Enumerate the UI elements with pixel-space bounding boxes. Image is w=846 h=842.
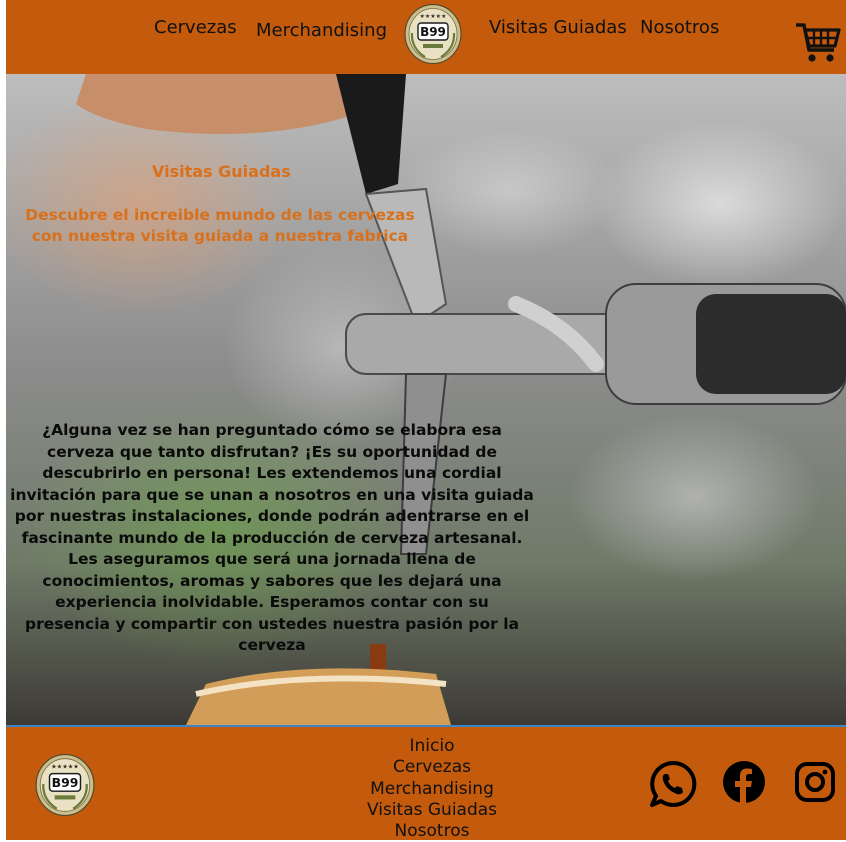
site-header: Cervezas Merchandising ★★★★★ B99 Visitas…: [6, 0, 846, 75]
shopping-cart-icon[interactable]: [794, 20, 842, 66]
footer-link-inicio[interactable]: Inicio: [356, 736, 508, 757]
nav-nosotros[interactable]: Nosotros: [640, 17, 719, 38]
footer-nav: Inicio Cervezas Merchandising Visitas Gu…: [356, 736, 508, 842]
footer-link-cervezas[interactable]: Cervezas: [356, 757, 508, 778]
hero-section: Visitas Guiadas Descubre el increible mu…: [6, 74, 846, 725]
footer-logo[interactable]: ★★★★★ B99: [34, 753, 96, 822]
hero-subtitle: Descubre el increible mundo de las cerve…: [25, 206, 415, 245]
brand-logo[interactable]: ★★★★★ B99: [403, 3, 463, 70]
instagram-icon[interactable]: [794, 761, 836, 808]
footer-link-nosotros[interactable]: Nosotros: [356, 821, 508, 842]
nav-visitas-guiadas[interactable]: Visitas Guiadas: [489, 17, 627, 38]
nav-cervezas[interactable]: Cervezas: [154, 17, 237, 38]
svg-text:B99: B99: [420, 25, 446, 39]
footer-link-visitas-guiadas[interactable]: Visitas Guiadas: [356, 800, 508, 821]
footer-link-merchandising[interactable]: Merchandising: [356, 779, 508, 800]
svg-text:B99: B99: [52, 776, 79, 790]
svg-text:★★★★★: ★★★★★: [51, 763, 79, 770]
whatsapp-icon[interactable]: [649, 760, 697, 813]
hero-description: ¿Alguna vez se han preguntado cómo se el…: [10, 421, 534, 654]
nav-merchandising[interactable]: Merchandising: [256, 20, 387, 41]
hero-title: Visitas Guiadas: [152, 162, 291, 181]
facebook-icon[interactable]: [722, 760, 766, 809]
site-footer: ★★★★★ B99 Inicio Cervezas Merchandising …: [6, 725, 846, 842]
svg-text:★★★★★: ★★★★★: [420, 13, 447, 20]
